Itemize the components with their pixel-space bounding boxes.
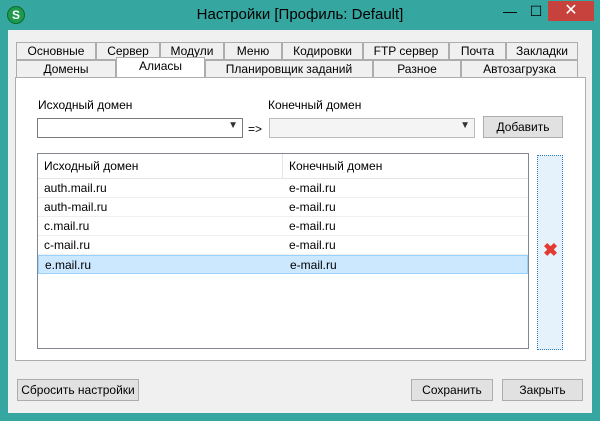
minimize-button[interactable]: — xyxy=(497,1,523,21)
source-domain-cell: auth-mail.ru xyxy=(44,200,108,214)
settings-window: S Настройки [Профиль: Default] — ☐ ✕ Осн… xyxy=(0,0,600,421)
source-domain-cell: e.mail.ru xyxy=(45,258,92,272)
tab-raznoe[interactable]: Разное xyxy=(373,60,461,78)
target-domain-cell: e-mail.ru xyxy=(289,238,336,252)
maximize-button[interactable]: ☐ xyxy=(523,1,549,21)
tab-planirovshchik[interactable]: Планировщик заданий xyxy=(205,60,373,78)
source-domain-cell: auth.mail.ru xyxy=(44,181,107,195)
save-button[interactable]: Сохранить xyxy=(411,379,493,401)
target-domain-cell: e-mail.ru xyxy=(289,181,336,195)
chevron-down-icon: ▼ xyxy=(228,120,238,131)
source-domain-cell: c.mail.ru xyxy=(44,219,90,233)
tab-osnovnye[interactable]: Основные xyxy=(16,42,96,60)
table-row[interactable]: auth.mail.ru e-mail.ru xyxy=(38,179,528,198)
delete-alias-button[interactable]: ✖ xyxy=(537,155,563,350)
chevron-down-icon: ▼ xyxy=(460,120,470,131)
aliases-panel: Исходный домен Конечный домен ▼ => ▼ Доб… xyxy=(15,77,586,361)
reset-settings-button[interactable]: Сбросить настройки xyxy=(17,379,139,401)
target-domain-cell: e-mail.ru xyxy=(289,200,336,214)
close-window-button[interactable]: ✕ xyxy=(548,1,594,21)
source-domain-cell: c-mail.ru xyxy=(44,238,91,252)
table-row[interactable]: c-mail.ru e-mail.ru xyxy=(38,236,528,255)
tab-zakladki[interactable]: Закладки xyxy=(506,42,578,60)
table-row[interactable]: c.mail.ru e-mail.ru xyxy=(38,217,528,236)
column-header-target[interactable]: Конечный домен xyxy=(283,154,528,178)
add-alias-button[interactable]: Добавить xyxy=(483,116,563,138)
tab-avtozagruzka[interactable]: Автозагрузка xyxy=(461,60,578,78)
target-domain-label: Конечный домен xyxy=(268,98,362,112)
close-button[interactable]: Закрыть xyxy=(502,379,583,401)
tab-ftp-server[interactable]: FTP сервер xyxy=(363,42,449,60)
delete-x-icon: ✖ xyxy=(543,240,559,260)
target-domain-combo[interactable]: ▼ xyxy=(269,118,475,138)
table-row-selected[interactable]: e.mail.ru e-mail.ru xyxy=(38,255,528,274)
mapping-arrow: => xyxy=(248,122,263,136)
target-domain-cell: e-mail.ru xyxy=(290,258,337,272)
tab-menu[interactable]: Меню xyxy=(224,42,282,60)
aliases-list[interactable]: Исходный домен Конечный домен auth.mail.… xyxy=(37,153,529,349)
tab-aliasy[interactable]: Алиасы xyxy=(116,57,205,78)
tab-domeny[interactable]: Домены xyxy=(16,60,116,78)
title-bar[interactable]: S Настройки [Профиль: Default] — ☐ ✕ xyxy=(0,0,600,30)
tab-pochta[interactable]: Почта xyxy=(449,42,506,60)
source-domain-label: Исходный домен xyxy=(38,98,133,112)
tab-kodirovki[interactable]: Кодировки xyxy=(282,42,363,60)
column-header-source[interactable]: Исходный домен xyxy=(38,154,283,178)
list-header: Исходный домен Конечный домен xyxy=(38,154,528,179)
target-domain-cell: e-mail.ru xyxy=(289,219,336,233)
dialog-client-area: Основные Сервер Модули Меню Кодировки FT… xyxy=(8,30,592,413)
table-row[interactable]: auth-mail.ru e-mail.ru xyxy=(38,198,528,217)
source-domain-combo[interactable]: ▼ xyxy=(37,118,243,138)
